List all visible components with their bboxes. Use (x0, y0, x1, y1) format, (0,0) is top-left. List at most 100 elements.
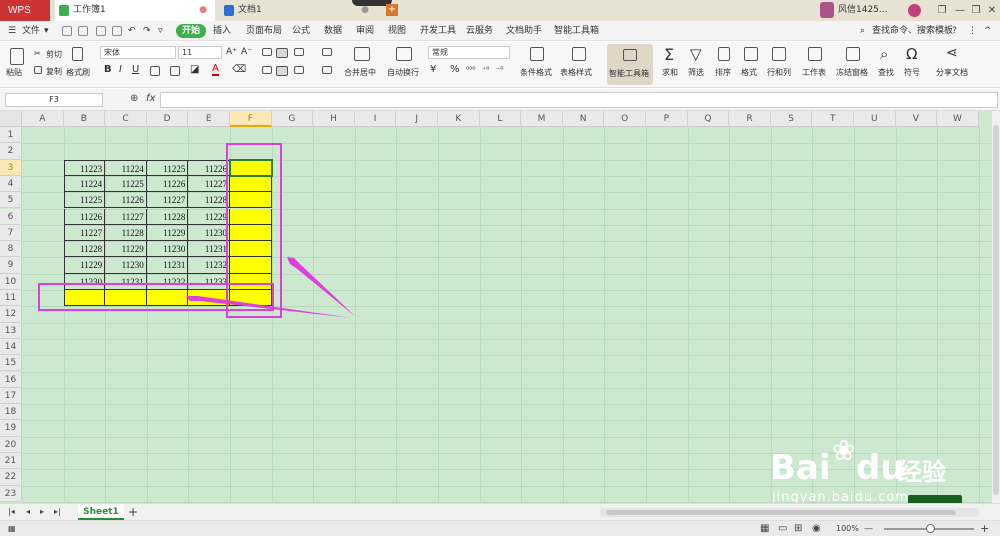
conditional-format-button[interactable]: 条件格式 (520, 67, 552, 78)
cut-button[interactable]: 剪切 (46, 49, 62, 60)
align-center-icon[interactable] (276, 66, 288, 76)
print-icon[interactable] (96, 26, 106, 36)
shrink-font-button[interactable]: A⁻ (241, 47, 252, 57)
row-header-8[interactable]: 8 (0, 241, 22, 258)
table-cell[interactable]: 11226 (105, 192, 147, 209)
fx-button[interactable]: fx (146, 93, 155, 104)
column-header-i[interactable]: I (354, 111, 397, 127)
align-bottom-icon[interactable] (294, 48, 304, 56)
table-cell[interactable]: 11227 (188, 175, 230, 193)
table-cell[interactable]: 11229 (63, 257, 106, 274)
column-header-j[interactable]: J (396, 111, 438, 127)
page-layout-icon[interactable]: ▭ (778, 521, 787, 537)
grow-font-button[interactable]: A⁺ (226, 47, 237, 57)
tab-workbook1[interactable]: 工作簿1 ● (55, 0, 215, 21)
table-cell[interactable]: 11225 (146, 159, 189, 176)
column-header-w[interactable]: W (937, 111, 979, 127)
copy-button[interactable]: 复制 (46, 66, 62, 77)
vertical-scroll-thumb[interactable] (993, 125, 999, 495)
format-icon[interactable] (744, 47, 758, 61)
fill-color-icon[interactable]: ◪ (190, 64, 199, 75)
column-header-n[interactable]: N (562, 111, 605, 127)
cell-style-icon[interactable] (170, 66, 180, 76)
rows-cols-button[interactable]: 行和列 (767, 67, 791, 78)
normal-view-icon[interactable]: ▦ (760, 521, 769, 537)
close-button[interactable]: ✕ (982, 0, 1000, 21)
save-icon[interactable] (62, 26, 72, 36)
horizontal-scrollbar[interactable] (600, 508, 980, 517)
customize-icon[interactable]: ▿ (158, 21, 163, 41)
italic-button[interactable]: I (119, 64, 122, 75)
first-sheet-icon[interactable]: |◂ (8, 504, 15, 520)
redo-icon[interactable]: ↷ (143, 21, 151, 41)
tab-developer[interactable]: 开发工具 (420, 21, 456, 41)
column-header-r[interactable]: R (729, 111, 771, 127)
filter-icon[interactable]: ▽ (690, 45, 702, 63)
number-format-select[interactable]: 常规 (428, 46, 510, 59)
tab-formulas[interactable]: 公式 (292, 21, 310, 41)
omega-icon[interactable]: Ω (906, 45, 917, 63)
symbol-button[interactable]: 符号 (904, 67, 920, 78)
table-cell[interactable]: 11230 (146, 241, 189, 258)
row-header-10[interactable]: 10 (0, 273, 22, 290)
table-cell[interactable]: 11229 (188, 208, 230, 225)
column-header-c[interactable]: C (105, 111, 147, 127)
table-cell[interactable]: 11229 (105, 241, 147, 258)
zoom-icon[interactable]: ⊕ (130, 93, 138, 104)
border-icon[interactable] (150, 66, 160, 76)
column-header-q[interactable]: Q (687, 111, 730, 127)
page-break-icon[interactable]: ⊞ (794, 521, 802, 537)
worksheet-button[interactable]: 工作表 (802, 67, 826, 78)
tab-review[interactable]: 审阅 (356, 21, 374, 41)
font-size-select[interactable]: 11 (178, 46, 222, 59)
tab-document1[interactable]: 文档1 ● (220, 0, 375, 21)
wps-home-tab[interactable]: WPS (0, 0, 50, 21)
table-cell[interactable]: 11226 (63, 208, 106, 225)
table-style-icon[interactable] (572, 47, 586, 61)
rows-cols-icon[interactable] (772, 47, 786, 61)
row-header-18[interactable]: 18 (0, 404, 22, 421)
search-icon[interactable]: ⌕ (860, 21, 865, 41)
collapse-ribbon-icon[interactable]: ^ (984, 21, 992, 41)
zoom-out-button[interactable]: — (864, 521, 873, 537)
paste-icon[interactable] (10, 48, 24, 65)
conditional-format-icon[interactable] (530, 47, 544, 61)
restore-icon[interactable]: ❐ (932, 0, 952, 21)
smart-toolbox-button[interactable]: 智能工具箱 (607, 44, 653, 85)
row-header-16[interactable]: 16 (0, 371, 22, 388)
table-cell[interactable]: 11228 (188, 192, 230, 209)
table-cell[interactable]: 11225 (105, 175, 147, 193)
freeze-icon[interactable] (846, 47, 860, 61)
menu-icon[interactable]: ☰ (8, 21, 16, 41)
column-header-l[interactable]: L (479, 111, 522, 127)
align-middle-icon[interactable] (276, 48, 288, 58)
row-header-1[interactable]: 1 (0, 127, 22, 144)
select-all-corner[interactable] (0, 111, 22, 127)
add-sheet-button[interactable]: + (128, 504, 138, 520)
tab-cloud[interactable]: 云服务 (466, 21, 493, 41)
table-cell[interactable]: 11224 (63, 175, 106, 193)
underline-button[interactable]: U (132, 64, 139, 75)
currency-button[interactable]: ¥ (430, 64, 436, 75)
table-cell[interactable]: 11230 (188, 224, 230, 242)
merge-center-button[interactable]: 合并居中 (344, 67, 376, 78)
find-icon[interactable]: ⌕ (880, 45, 888, 63)
row-header-20[interactable]: 20 (0, 436, 22, 453)
tab-view[interactable]: 视图 (388, 21, 406, 41)
font-color-button[interactable]: A (212, 64, 219, 76)
column-header-u[interactable]: U (854, 111, 896, 127)
row-header-7[interactable]: 7 (0, 224, 22, 242)
print-preview-icon[interactable] (112, 26, 122, 36)
last-sheet-icon[interactable]: ▸| (54, 504, 61, 520)
column-header-h[interactable]: H (313, 111, 355, 127)
column-header-d[interactable]: D (146, 111, 189, 127)
formula-input[interactable] (160, 92, 998, 108)
table-cell[interactable]: 11227 (63, 224, 106, 242)
row-header-12[interactable]: 12 (0, 306, 22, 323)
table-cell[interactable]: 11229 (146, 224, 189, 242)
align-top-icon[interactable] (262, 48, 272, 56)
table-cell[interactable]: 11228 (105, 224, 147, 242)
column-header-s[interactable]: S (770, 111, 813, 127)
column-header-t[interactable]: T (812, 111, 854, 127)
row-header-19[interactable]: 19 (0, 420, 22, 437)
